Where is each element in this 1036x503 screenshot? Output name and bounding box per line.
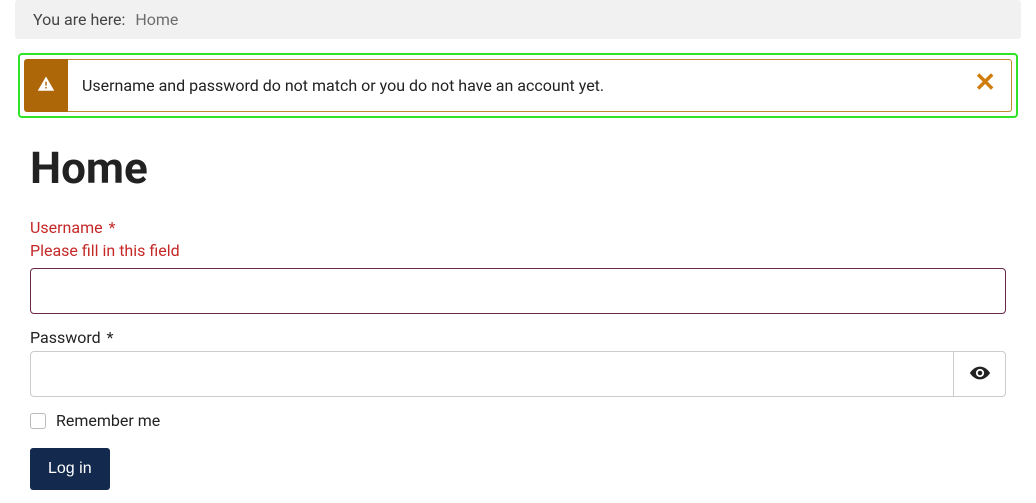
username-label-row: Username * [30, 218, 1006, 237]
password-label-row: Password * [30, 328, 1006, 347]
password-label: Password [30, 328, 101, 347]
toggle-password-visibility-button[interactable] [954, 351, 1006, 397]
username-field: Username * Please fill in this field [30, 218, 1006, 314]
username-help: Please fill in this field [30, 241, 1006, 260]
close-icon: ✕ [974, 67, 996, 97]
login-button[interactable]: Log in [30, 448, 110, 490]
username-input[interactable] [30, 268, 1006, 314]
breadcrumb: You are here: Home [15, 0, 1021, 39]
password-input[interactable] [30, 351, 954, 397]
username-required-mark: * [109, 218, 116, 237]
password-required-mark: * [107, 328, 114, 347]
warning-icon [37, 75, 55, 97]
eye-icon [969, 362, 991, 387]
username-label: Username [30, 218, 103, 237]
breadcrumb-home-link[interactable]: Home [135, 10, 178, 29]
breadcrumb-prefix: You are here: [33, 10, 125, 29]
page-title: Home [30, 142, 1006, 194]
alert-icon-box [24, 59, 68, 112]
alert-warning: Username and password do not match or yo… [24, 59, 1012, 112]
remember-me-checkbox[interactable] [30, 413, 46, 429]
password-field: Password * [30, 328, 1006, 397]
alert-highlight: Username and password do not match or yo… [18, 53, 1018, 118]
remember-me-row: Remember me [30, 411, 1006, 430]
remember-me-label: Remember me [56, 411, 160, 430]
alert-message: Username and password do not match or yo… [68, 59, 1012, 112]
alert-close-button[interactable]: ✕ [974, 69, 996, 95]
